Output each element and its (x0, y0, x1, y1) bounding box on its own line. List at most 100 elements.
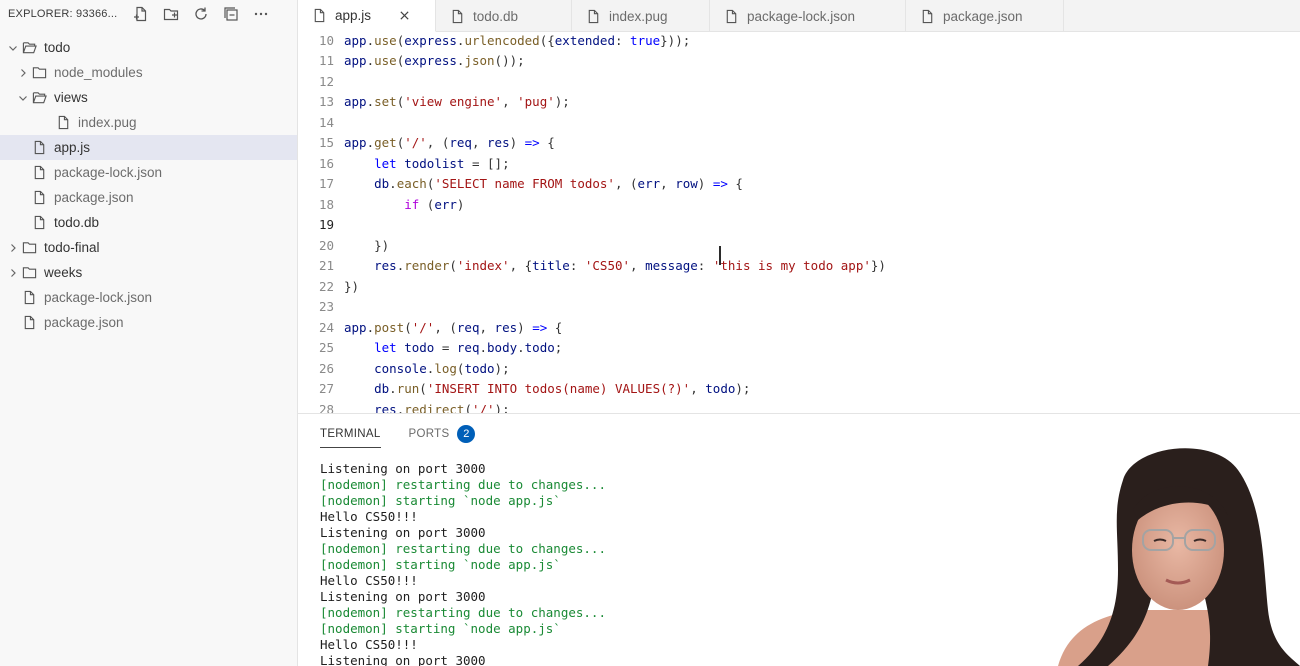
tree-file-app-js[interactable]: app.js (0, 135, 297, 160)
chevron-right-icon (6, 266, 20, 280)
tab-label: package.json (943, 8, 1023, 24)
line-number: 28 (318, 401, 334, 413)
folder-open-icon (20, 40, 38, 56)
line-number: 13 (318, 94, 334, 110)
tab-label: todo.db (473, 8, 519, 24)
terminal-line: [nodemon] starting `node app.js` (320, 493, 561, 508)
panel-tab-label: TERMINAL (320, 428, 381, 440)
code-line: 18 if (err) (298, 194, 465, 215)
code-editor[interactable]: 10 app.use(express.urlencoded({extended: … (298, 32, 1300, 413)
tree-folder-todo[interactable]: todo (0, 35, 297, 60)
collapse-all-button[interactable] (221, 4, 241, 24)
terminal-line: [nodemon] restarting due to changes... (320, 477, 606, 492)
code-text: if (err) (404, 196, 465, 212)
more-icon (253, 6, 269, 22)
terminal-line: [nodemon] starting `node app.js` (320, 557, 561, 572)
file-icon (54, 115, 72, 131)
new-folder-button[interactable] (161, 4, 181, 24)
tree-file-package-json[interactable]: package.json (0, 185, 297, 210)
terminal-output[interactable]: Listening on port 3000 [nodemon] restarti… (320, 461, 606, 666)
tab-todo-db[interactable]: todo.db (436, 0, 572, 32)
tree-file-todo-db[interactable]: todo.db (0, 210, 297, 235)
tree-item-label: todo (44, 40, 71, 55)
tab-package-lock-json[interactable]: package-lock.json (710, 0, 906, 32)
tree-folder-views[interactable]: views (0, 85, 297, 110)
line-number: 16 (318, 155, 334, 171)
code-line: 10 app.use(express.urlencoded({extended: … (298, 32, 690, 51)
code-line: 24 app.post('/', (req, res) => { (298, 317, 562, 338)
collapse-all-icon (223, 6, 239, 22)
tab-package-json[interactable]: package.json (906, 0, 1064, 32)
code-text: db.run('INSERT INTO todos(name) VALUES(?… (374, 381, 751, 397)
code-line: 11 app.use(express.json()); (298, 51, 525, 72)
code-line: 26 console.log(todo); (298, 358, 510, 379)
tree-folder-todo-final[interactable]: todo-final (0, 235, 297, 260)
code-text: console.log(todo); (374, 360, 510, 376)
tab-label: app.js (335, 8, 372, 23)
tree-item-label: todo-final (44, 240, 100, 255)
file-icon (722, 8, 740, 24)
line-number: 24 (318, 319, 334, 335)
new-file-icon (133, 6, 149, 22)
tree-file-package-json[interactable]: package.json (0, 310, 297, 335)
code-line: 19 (298, 215, 344, 236)
line-number: 11 (318, 53, 334, 69)
line-number: 21 (318, 258, 334, 274)
tab-index-pug[interactable]: index.pug (572, 0, 710, 32)
chevron-down-icon (6, 41, 20, 55)
line-number: 18 (318, 196, 334, 212)
line-number: 19 (318, 217, 334, 233)
tree-item-label: index.pug (78, 115, 137, 130)
tree-file-index-pug[interactable]: index.pug (0, 110, 297, 135)
terminal-line: Hello CS50!!! (320, 509, 418, 524)
explorer-header: EXPLORER: 93366... (0, 0, 297, 28)
tree-item-label: node_modules (54, 65, 143, 80)
file-icon (918, 8, 936, 24)
terminal-line: Listening on port 3000 (320, 653, 486, 666)
tree-item-label: package.json (44, 315, 124, 330)
code-text: app.use(express.json()); (344, 53, 525, 69)
refresh-button[interactable] (191, 4, 211, 24)
folder-open-icon (30, 90, 48, 106)
tab-app-js[interactable]: app.js (298, 0, 436, 32)
new-file-button[interactable] (131, 4, 151, 24)
tree-folder-weeks[interactable]: weeks (0, 260, 297, 285)
more-button[interactable] (251, 4, 271, 24)
file-icon (30, 165, 48, 181)
line-number: 25 (318, 340, 334, 356)
folder-icon (30, 65, 48, 81)
code-line: 13 app.set('view engine', 'pug'); (298, 92, 570, 113)
close-icon[interactable] (397, 9, 411, 23)
tree-file-package-lock-json[interactable]: package-lock.json (0, 285, 297, 310)
line-number: 23 (318, 299, 334, 315)
terminal-line: Hello CS50!!! (320, 573, 418, 588)
file-icon (310, 8, 328, 24)
code-text: app.set('view engine', 'pug'); (344, 94, 570, 110)
code-text: app.get('/', (req, res) => { (344, 135, 555, 151)
code-text: res.render('index', {title: 'CS50', mess… (374, 258, 886, 274)
tree-item-label: package-lock.json (54, 165, 163, 180)
code-line: 17 db.each('SELECT name FROM todos', (er… (298, 174, 743, 195)
file-tree: todo node_modulesviews index.pug app.js pack… (0, 35, 297, 335)
line-number: 26 (318, 360, 334, 376)
file-icon (448, 8, 466, 24)
tree-item-label: package.json (54, 190, 134, 205)
terminal-line: Listening on port 3000 (320, 525, 486, 540)
chevron-right-icon (16, 66, 30, 80)
code-text: let todo = req.body.todo; (374, 340, 563, 356)
line-number: 15 (318, 135, 334, 151)
terminal-line: [nodemon] restarting due to changes... (320, 541, 606, 556)
folder-icon (20, 265, 38, 281)
tree-file-package-lock-json[interactable]: package-lock.json (0, 160, 297, 185)
line-number: 22 (318, 278, 334, 294)
tree-folder-node-modules[interactable]: node_modules (0, 60, 297, 85)
line-number: 17 (318, 176, 334, 192)
panel-tab-ports[interactable]: PORTS 2 (409, 414, 476, 454)
panel-tab-terminal[interactable]: TERMINAL (320, 414, 381, 454)
chevron-right-icon (6, 241, 20, 255)
explorer-actions (131, 4, 271, 24)
ports-count-badge: 2 (457, 425, 476, 443)
code-line: 21 res.render('index', {title: 'CS50', m… (298, 256, 886, 277)
code-line: 25 let todo = req.body.todo; (298, 338, 562, 359)
terminal-line: Listening on port 3000 (320, 461, 486, 476)
